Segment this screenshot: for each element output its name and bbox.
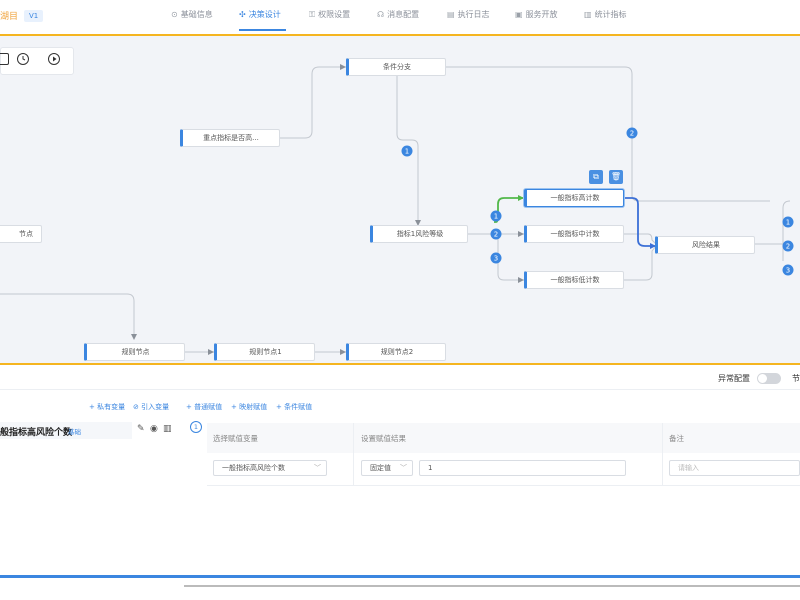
tab-statistics[interactable]: ▥ 统计指标 — [584, 9, 627, 20]
delete-icon[interactable]: 🗑 — [609, 170, 623, 184]
input-placeholder: 请输入 — [678, 464, 699, 472]
edge-key-to-branch — [280, 66, 346, 139]
panel-bottom-accent — [0, 575, 800, 578]
edge-low-to-result — [624, 245, 657, 281]
tab-service-open[interactable]: ▣ 服务开放 — [515, 9, 558, 20]
config-panel: 异常配置 节 + 私有变量 ⊘ 引入变量 + 普通赋值 + 映射赋值 + 条件赋… — [0, 365, 800, 600]
add-map-assign-button[interactable]: + 映射赋值 — [231, 402, 267, 412]
version-badge: V1 — [24, 10, 44, 22]
badge-label: 2 — [494, 231, 498, 239]
tab-message-config[interactable]: ☊ 消息配置 — [377, 9, 419, 20]
tab-label: 消息配置 — [387, 10, 420, 19]
badge-label: 2 — [786, 243, 790, 251]
headset-icon: ☊ — [377, 10, 385, 19]
edit-icon[interactable]: ✎ — [137, 424, 145, 434]
tab-basic-info[interactable]: ⊙ 基础信息 — [171, 9, 213, 20]
horizontal-scrollbar[interactable] — [184, 585, 800, 587]
chevron-down-icon: ﹀ — [400, 464, 407, 472]
eye-icon[interactable]: ◉ — [150, 424, 158, 434]
log-icon: ▤ — [447, 10, 455, 19]
add-normal-assign-button[interactable]: + 普通赋值 — [186, 402, 222, 412]
node-indicator-risk-level[interactable]: 指标1风险等级 — [370, 225, 468, 243]
copy-icon[interactable]: ⧉ — [589, 170, 603, 184]
node-risk-result[interactable]: 风险结果 — [655, 236, 755, 254]
arrowhead — [131, 334, 137, 340]
step-number: 1 — [190, 421, 202, 433]
edge-branch-to-right — [446, 66, 770, 202]
value-input[interactable]: 1 — [419, 460, 626, 476]
variable-type-badge: 基础 — [68, 428, 81, 436]
variable-name: 般指标高风险个数 — [0, 428, 73, 438]
tab-label: 权限设置 — [318, 10, 351, 19]
exception-config-label: 异常配置 — [718, 374, 750, 383]
service-icon: ▣ — [515, 10, 523, 19]
tab-label: 基础信息 — [180, 10, 213, 19]
node-key-indicator[interactable]: 重点指标是否高... — [180, 129, 280, 147]
edge-left-to-rule — [0, 293, 135, 338]
fit-view-icon[interactable] — [0, 53, 9, 65]
design-icon: ✣ — [239, 10, 246, 19]
col-header-variable: 选择赋值变量 — [213, 434, 258, 443]
app-name: 湖目 — [0, 12, 19, 22]
tab-decision-design[interactable]: ✣ 决策设计 — [239, 9, 281, 20]
trash-icon[interactable]: ▥ — [163, 424, 172, 434]
divider — [353, 423, 354, 485]
node-general-mid[interactable]: 一般指标中计数 — [524, 225, 624, 243]
remark-input[interactable]: 请输入 — [669, 460, 800, 476]
import-var-button[interactable]: ⊘ 引入变量 — [133, 402, 169, 412]
node-rule-1[interactable]: 规则节点1 — [214, 343, 315, 361]
info-icon: ⊙ — [171, 10, 178, 19]
chevron-down-icon: ﹀ — [314, 464, 321, 472]
tab-permission[interactable]: ⚿ 权限设置 — [309, 9, 350, 20]
col-header-remark: 备注 — [669, 434, 684, 443]
exception-config-toggle[interactable] — [757, 373, 781, 384]
top-header: 湖目 V1 ⊙ 基础信息 ✣ 决策设计 ⚿ 权限设置 ☊ 消息配置 ▤ 执行日志 ▣ 服务开… — [0, 0, 800, 34]
input-value: 1 — [428, 464, 433, 472]
active-tab-indicator — [239, 29, 286, 31]
value-type-select[interactable]: 固定值 ﹀ — [361, 460, 413, 476]
tab-label: 决策设计 — [248, 10, 281, 19]
panel-topbar — [0, 365, 800, 390]
badge-label: 1 — [786, 219, 790, 227]
badge-label: 2 — [630, 130, 634, 138]
edge-right-vertical — [782, 200, 791, 261]
add-cond-assign-button[interactable]: + 条件赋值 — [276, 402, 312, 412]
badge-label: 3 — [494, 255, 498, 263]
assign-variable-select[interactable]: 一般指标高风险个数 ﹀ — [213, 460, 327, 476]
lock-icon: ⚿ — [309, 10, 316, 19]
clock-icon[interactable] — [17, 53, 29, 65]
edge-mid-to-result — [624, 233, 657, 245]
flow-canvas[interactable]: 1 2 1 2 3 1 2 3 条件分支 重点指标是否高... 节点 指标1风险… — [0, 34, 800, 365]
badge-label: 3 — [786, 267, 790, 275]
node-rule-2[interactable]: 规则节点2 — [346, 343, 446, 361]
canvas-toolbar — [0, 47, 74, 75]
badge-label: 1 — [494, 213, 498, 221]
select-value: 固定值 — [370, 464, 391, 472]
select-value: 一般指标高风险个数 — [222, 464, 285, 472]
add-private-var-button[interactable]: + 私有变量 — [89, 402, 125, 412]
badge-label: 1 — [405, 148, 409, 156]
tab-label: 执行日志 — [457, 10, 490, 19]
truncated-label: 节 — [792, 374, 800, 383]
node-left[interactable]: 节点 — [0, 225, 42, 243]
edge-high-to-result — [624, 197, 656, 247]
node-general-high[interactable]: 一般指标高计数 — [524, 189, 624, 207]
divider — [662, 423, 663, 485]
node-condition-branch[interactable]: 条件分支 — [346, 58, 446, 76]
play-icon[interactable] — [48, 53, 60, 65]
tab-label: 服务开放 — [525, 10, 558, 19]
stats-icon: ▥ — [584, 10, 592, 19]
col-header-result: 设置赋值结果 — [361, 434, 406, 443]
edge-layer: 1 2 1 2 3 1 2 3 — [0, 64, 794, 355]
node-rule[interactable]: 规则节点 — [84, 343, 185, 361]
table-header — [207, 423, 800, 453]
node-general-low[interactable]: 一般指标低计数 — [524, 271, 624, 289]
tab-label: 统计指标 — [594, 10, 627, 19]
tab-exec-log[interactable]: ▤ 执行日志 — [447, 9, 490, 20]
